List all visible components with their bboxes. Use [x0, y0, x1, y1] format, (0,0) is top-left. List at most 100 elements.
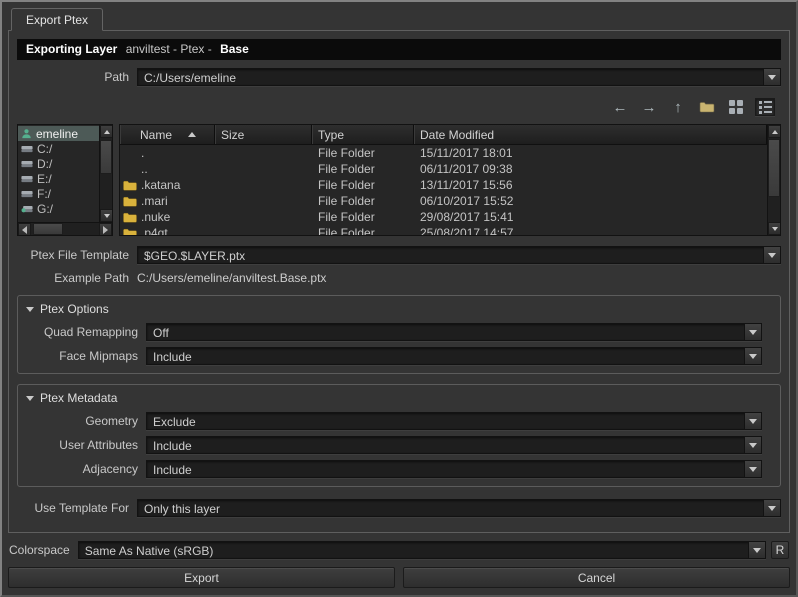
drive-icon — [21, 159, 33, 169]
export-button[interactable]: Export — [8, 567, 395, 588]
table-row[interactable]: .nuke File Folder 29/08/2017 15:41 — [120, 209, 767, 225]
browser-toolbar: ← → ↑ — [17, 98, 781, 116]
drives-list: emeline C:/ — [18, 125, 99, 222]
tab-export-ptex[interactable]: Export Ptex — [11, 8, 103, 31]
layer-path-text: anviltest - Ptex - — [126, 42, 212, 56]
quad-remapping-combobox[interactable]: Off — [146, 323, 762, 341]
quad-remapping-label: Quad Remapping — [26, 325, 138, 339]
exporting-layer-header: Exporting Layer anviltest - Ptex - Base — [17, 39, 781, 60]
new-folder-icon[interactable] — [697, 98, 717, 116]
chevron-down-icon[interactable] — [744, 437, 761, 453]
exporting-layer-label: Exporting Layer — [26, 42, 117, 56]
user-attributes-label: User Attributes — [26, 438, 138, 452]
ptex-file-template-combobox[interactable]: $GEO.$LAYER.ptx — [137, 246, 781, 264]
table-row[interactable]: .. File Folder 06/11/2017 09:38 — [120, 161, 767, 177]
sidebar-item-c-drive[interactable]: C:/ — [18, 141, 99, 156]
face-mipmaps-row: Face Mipmaps Include — [26, 347, 762, 365]
user-attributes-row: User Attributes Include — [26, 436, 762, 454]
colorspace-reset-button[interactable]: R — [771, 541, 789, 559]
column-header-type[interactable]: Type — [312, 125, 414, 144]
icon-view-icon[interactable] — [726, 98, 746, 116]
file-table-body: . File Folder 15/11/2017 18:01 .. File F… — [120, 145, 767, 235]
sidebar-item-emeline[interactable]: emeline — [18, 126, 99, 141]
scroll-down-button[interactable] — [768, 222, 781, 235]
file-browser: emeline C:/ — [17, 124, 781, 236]
column-header-size[interactable]: Size — [215, 125, 312, 144]
chevron-down-icon[interactable] — [744, 348, 761, 364]
table-row[interactable]: .p4qt File Folder 25/08/2017 14:57 — [120, 225, 767, 235]
sidebar-item-label: D:/ — [37, 157, 52, 171]
scroll-up-button[interactable] — [100, 125, 112, 138]
export-ptex-dialog: Export Ptex Exporting Layer anviltest - … — [0, 0, 798, 597]
file-list-pane: Name Size Type Date Modified — [119, 124, 781, 236]
sidebar-item-e-drive[interactable]: E:/ — [18, 171, 99, 186]
scroll-up-button[interactable] — [768, 125, 781, 138]
sidebar-item-label: G:/ — [37, 202, 53, 216]
path-combobox[interactable]: C:/Users/emeline — [137, 68, 781, 86]
ptex-options-header[interactable]: Ptex Options — [26, 301, 762, 317]
use-template-row: Use Template For Only this layer — [17, 499, 781, 517]
chevron-down-icon[interactable] — [763, 69, 780, 85]
path-label: Path — [17, 70, 129, 84]
sidebar-item-label: C:/ — [37, 142, 52, 156]
table-row[interactable]: .mari File Folder 06/10/2017 15:52 — [120, 193, 767, 209]
sort-ascending-icon — [188, 132, 196, 137]
geometry-label: Geometry — [26, 414, 138, 428]
cancel-button[interactable]: Cancel — [403, 567, 790, 588]
face-mipmaps-combobox[interactable]: Include — [146, 347, 762, 365]
chevron-down-icon[interactable] — [744, 324, 761, 340]
path-value: C:/Users/emeline — [138, 69, 763, 85]
face-mipmaps-label: Face Mipmaps — [26, 349, 138, 363]
scroll-right-button[interactable] — [99, 223, 112, 236]
table-row[interactable]: . File Folder 15/11/2017 18:01 — [120, 145, 767, 161]
use-template-for-combobox[interactable]: Only this layer — [137, 499, 781, 517]
adjacency-label: Adjacency — [26, 462, 138, 476]
chevron-down-icon[interactable] — [744, 413, 761, 429]
column-header-date-modified[interactable]: Date Modified — [414, 125, 767, 144]
chevron-down-icon[interactable] — [748, 542, 765, 558]
quad-remapping-row: Quad Remapping Off — [26, 323, 762, 341]
drive-icon — [21, 189, 33, 199]
chevron-down-icon[interactable] — [763, 247, 780, 263]
sidebar-horizontal-scrollbar[interactable] — [18, 222, 112, 235]
example-path-row: Example Path C:/Users/emeline/anviltest.… — [17, 271, 781, 285]
table-row[interactable]: .katana File Folder 13/11/2017 15:56 — [120, 177, 767, 193]
ptex-metadata-header[interactable]: Ptex Metadata — [26, 390, 762, 406]
adjacency-combobox[interactable]: Include — [146, 460, 762, 478]
back-icon[interactable]: ← — [610, 98, 630, 116]
tab-bar: Export Ptex — [8, 8, 790, 30]
sidebar-item-d-drive[interactable]: D:/ — [18, 156, 99, 171]
folder-icon — [123, 196, 138, 207]
sidebar-item-label: emeline — [36, 127, 78, 141]
ptex-file-template-value: $GEO.$LAYER.ptx — [138, 247, 763, 263]
use-template-for-label: Use Template For — [17, 501, 129, 515]
collapse-arrow-icon — [26, 396, 34, 401]
chevron-down-icon[interactable] — [744, 461, 761, 477]
scroll-down-button[interactable] — [100, 209, 112, 222]
sidebar-item-label: F:/ — [37, 187, 51, 201]
sidebar-item-g-drive[interactable]: G:/ — [18, 201, 99, 216]
colorspace-combobox[interactable]: Same As Native (sRGB) — [78, 541, 766, 559]
ptex-file-template-label: Ptex File Template — [17, 248, 129, 262]
forward-icon[interactable]: → — [639, 98, 659, 116]
geometry-combobox[interactable]: Exclude — [146, 412, 762, 430]
sidebar-vertical-scrollbar[interactable] — [99, 125, 112, 222]
export-ptex-panel: Exporting Layer anviltest - Ptex - Base … — [8, 30, 790, 533]
column-header-name[interactable]: Name — [120, 125, 215, 144]
scroll-left-button[interactable] — [18, 223, 31, 236]
colorspace-row: Colorspace Same As Native (sRGB) R — [8, 541, 790, 559]
ptex-options-title: Ptex Options — [40, 302, 109, 316]
template-row: Ptex File Template $GEO.$LAYER.ptx — [17, 246, 781, 264]
folder-icon — [123, 212, 138, 223]
layer-name-text: Base — [220, 42, 249, 56]
user-attributes-combobox[interactable]: Include — [146, 436, 762, 454]
chevron-down-icon[interactable] — [763, 500, 780, 516]
sidebar-item-f-drive[interactable]: F:/ — [18, 186, 99, 201]
example-path-value: C:/Users/emeline/anviltest.Base.ptx — [137, 271, 326, 285]
file-table-header: Name Size Type Date Modified — [120, 125, 767, 145]
list-view-icon[interactable] — [755, 98, 775, 116]
drives-sidebar: emeline C:/ — [17, 124, 113, 236]
table-scrollbar[interactable] — [767, 125, 780, 235]
up-icon[interactable]: ↑ — [668, 98, 688, 116]
example-path-label: Example Path — [17, 271, 129, 285]
